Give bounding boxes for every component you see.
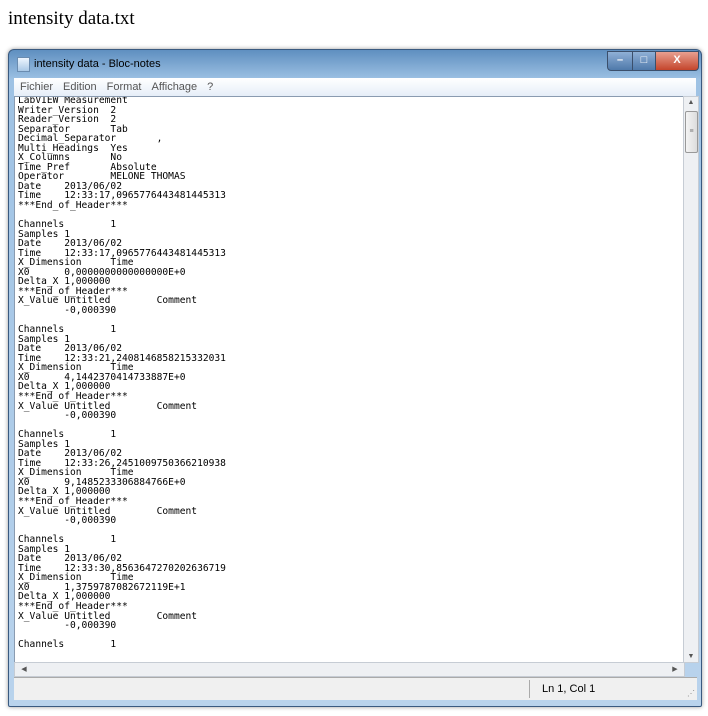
text-line: -0,000390 <box>18 620 117 632</box>
text-editor[interactable]: LabVIEW Measurement Writer_Version 2 Rea… <box>14 96 684 663</box>
scroll-up-icon[interactable]: ▲ <box>684 99 698 106</box>
maximize-button[interactable]: □ <box>632 51 656 71</box>
window-title: intensity data - Bloc-notes <box>34 58 161 70</box>
menu-format[interactable]: Format <box>107 81 142 93</box>
menu-help[interactable]: ? <box>207 81 213 93</box>
status-divider <box>529 680 530 698</box>
text-line: Channels 1 <box>18 639 117 651</box>
title-bar[interactable]: intensity data - Bloc-notes – □ X <box>9 50 701 76</box>
minimize-button[interactable]: – <box>607 51 633 71</box>
document-text[interactable]: LabVIEW Measurement Writer_Version 2 Rea… <box>15 97 683 651</box>
scroll-thumb[interactable]: ≡ <box>685 111 698 153</box>
text-line: -0,000390 <box>18 410 117 422</box>
menu-bar: Fichier Edition Format Affichage ? <box>14 78 696 96</box>
text-line: -0,000390 <box>18 305 117 317</box>
close-button[interactable]: X <box>655 51 699 71</box>
resize-grip-icon[interactable]: ⋰ <box>687 689 695 698</box>
scroll-left-icon[interactable]: ◀ <box>17 665 31 673</box>
text-line: -0,000390 <box>18 515 117 527</box>
horizontal-scrollbar[interactable]: ◀ ▶ <box>14 662 685 677</box>
scroll-right-icon[interactable]: ▶ <box>668 665 682 673</box>
status-bar: Ln 1, Col 1 ⋰ <box>14 677 697 700</box>
notepad-window: intensity data - Bloc-notes – □ X Fichie… <box>8 49 702 707</box>
vertical-scrollbar[interactable]: ▲ ≡ ▼ <box>683 96 699 663</box>
menu-affichage[interactable]: Affichage <box>152 81 198 93</box>
menu-edition[interactable]: Edition <box>63 81 97 93</box>
text-line: ***End_of_Header*** <box>18 200 128 212</box>
cursor-position: Ln 1, Col 1 <box>542 683 596 695</box>
notepad-icon <box>17 57 30 72</box>
scroll-down-icon[interactable]: ▼ <box>684 653 698 660</box>
page-title: intensity data.txt <box>8 8 135 29</box>
menu-fichier[interactable]: Fichier <box>20 81 53 93</box>
